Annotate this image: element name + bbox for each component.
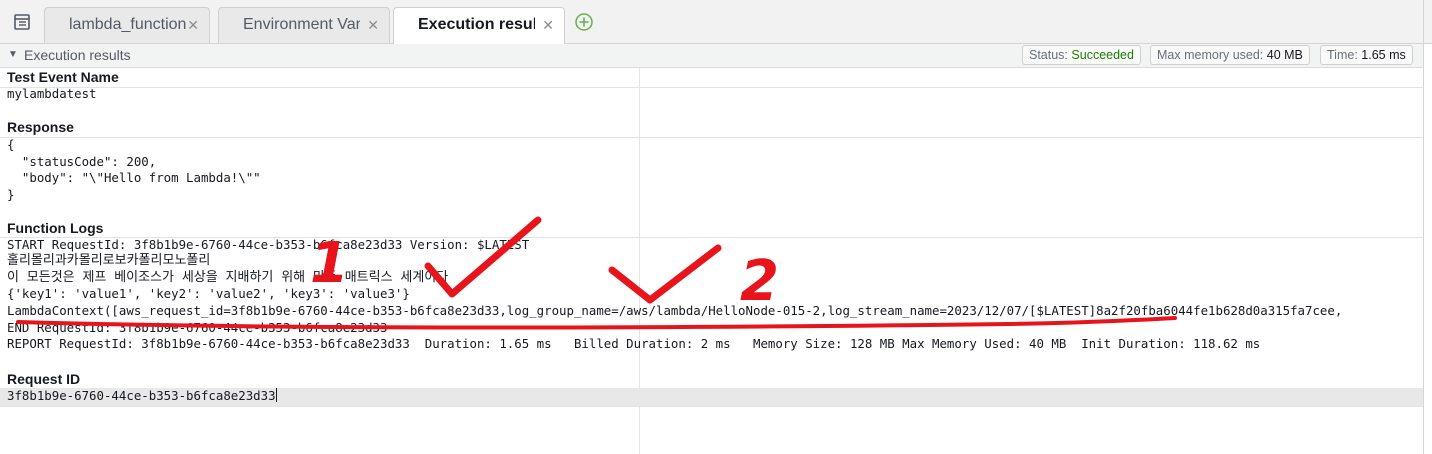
function-logs-title: Function Logs xyxy=(7,220,104,236)
request-id-text: 3f8b1b9e-6760-44ce-b353-b6fca8e23d33 xyxy=(7,387,276,403)
request-id-title: Request ID xyxy=(7,371,81,387)
time-badge: Time: 1.65 ms xyxy=(1320,45,1413,65)
response-line: } xyxy=(7,186,15,202)
tab-list-icon[interactable] xyxy=(12,12,32,32)
execution-results-panel: Test Event Name mylambdatest Response { … xyxy=(0,68,1423,454)
tab-lambda-function[interactable]: lambda_function ✕ xyxy=(44,7,210,43)
log-line: REPORT RequestId: 3f8b1b9e-6760-44ce-b35… xyxy=(7,336,1261,351)
time-value: 1.65 ms xyxy=(1361,48,1406,62)
log-line: END RequestId: 3f8b1b9e-6760-44ce-b353-b… xyxy=(7,319,388,335)
status-badge: Status: Succeeded xyxy=(1022,45,1141,65)
request-id-value[interactable]: 3f8b1b9e-6760-44ce-b353-b6fca8e23d33 xyxy=(7,387,277,405)
execution-results-header[interactable]: ▼ Execution results Status: Succeeded Ma… xyxy=(0,44,1423,68)
add-tab-icon[interactable] xyxy=(575,13,593,31)
response-line: { xyxy=(7,137,15,152)
close-icon[interactable]: ✕ xyxy=(542,8,554,42)
close-icon[interactable]: ✕ xyxy=(187,8,199,42)
test-event-title: Test Event Name xyxy=(7,69,119,85)
window-edge xyxy=(1423,0,1424,454)
text-cursor xyxy=(275,387,277,402)
status-label: Status: xyxy=(1029,48,1068,62)
log-line: LambdaContext([aws_request_id=3f8b1b9e-6… xyxy=(7,303,1343,318)
tab-label: Environment Vari xyxy=(243,16,360,33)
test-event-value: mylambdatest xyxy=(7,86,97,101)
collapse-caret-icon[interactable]: ▼ xyxy=(8,49,18,60)
response-line: "body": "\"Hello from Lambda!\"" xyxy=(7,170,261,185)
response-title: Response xyxy=(7,119,74,135)
log-line: 홀리몰리과카몰리로보카폴리모노폴리 xyxy=(7,253,211,268)
log-line: START RequestId: 3f8b1b9e-6760-44ce-b353… xyxy=(7,236,530,252)
log-line: {'key1': 'value1', 'key2': 'value2', 'ke… xyxy=(7,286,410,301)
editor-tab-bar: lambda_function ✕ Environment Vari ✕ Exe… xyxy=(0,0,1432,44)
log-line: 이 모든것은 제프 베이조스가 세상을 지배하기 위해 만든 매트릭스 세계이다 xyxy=(7,269,449,285)
time-label: Time: xyxy=(1327,48,1358,62)
status-value: Succeeded xyxy=(1071,48,1134,62)
max-memory-label: Max memory used: xyxy=(1157,48,1264,62)
tab-label: Execution results xyxy=(418,16,535,33)
divider xyxy=(0,406,1423,407)
tab-execution-results[interactable]: Execution results ✕ xyxy=(393,7,565,44)
divider xyxy=(0,87,1423,88)
execution-results-title: Execution results xyxy=(24,47,131,63)
tab-environment-variables[interactable]: Environment Vari ✕ xyxy=(218,7,390,43)
close-icon[interactable]: ✕ xyxy=(367,8,379,42)
tab-label: lambda_function xyxy=(69,16,187,33)
response-line: "statusCode": 200, xyxy=(7,153,157,169)
divider xyxy=(0,137,1423,138)
max-memory-badge: Max memory used: 40 MB xyxy=(1150,45,1310,65)
max-memory-value: 40 MB xyxy=(1266,48,1303,62)
